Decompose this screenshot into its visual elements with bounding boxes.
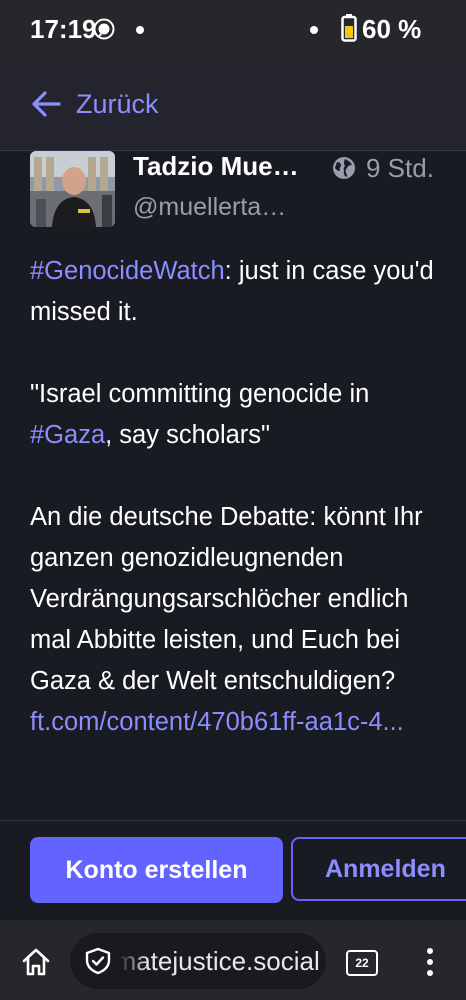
top-navigation: Zurück: [0, 58, 466, 151]
post-text: "Israel committing genocide in: [30, 380, 370, 408]
back-label: Zurück: [76, 88, 159, 119]
avatar[interactable]: [30, 151, 115, 227]
url-bar[interactable]: climatejustice.social: [70, 933, 326, 989]
post-paragraph: "Israel committing genocide in #Gaza, sa…: [30, 374, 450, 456]
post-text: , say scholars": [105, 421, 271, 449]
post: Tadzio Mueller @muellertadzio 9 Std. #Ge…: [0, 151, 466, 819]
author-name[interactable]: Tadzio Mueller: [133, 151, 303, 182]
article-link[interactable]: ft.com/content/470b61ff-aa1c-4...: [30, 708, 404, 736]
post-content: #GenocideWatch: just in case you'd misse…: [30, 251, 450, 743]
globe-icon: [333, 157, 355, 179]
post-paragraph: #GenocideWatch: just in case you'd misse…: [30, 251, 450, 333]
login-button[interactable]: Anmelden: [291, 837, 466, 901]
shield-icon: [85, 947, 111, 975]
signup-bar: Konto erstellen Anmelden: [0, 820, 466, 921]
hashtag-link[interactable]: #Gaza: [30, 421, 105, 449]
back-button[interactable]: Zurück: [30, 84, 159, 124]
signal-icon: [93, 18, 115, 40]
home-icon[interactable]: [20, 946, 52, 978]
hashtag-link[interactable]: #GenocideWatch: [30, 257, 225, 285]
clock: 17:19: [30, 14, 97, 44]
notification-dot: [136, 26, 144, 34]
author-handle[interactable]: @muellertadzio: [133, 193, 298, 222]
notification-dot: [310, 26, 318, 34]
post-time[interactable]: 9 Std.: [366, 153, 434, 184]
back-arrow-icon: [32, 91, 61, 117]
tabs-icon[interactable]: 22: [346, 950, 378, 976]
create-account-button[interactable]: Konto erstellen: [30, 837, 283, 903]
post-paragraph: An die deutsche Debatte: könnt Ihr ganze…: [30, 503, 423, 695]
battery-percent: 60 %: [362, 14, 422, 44]
status-bar: 17:19 60 %: [0, 0, 466, 58]
battery-icon: [341, 14, 357, 42]
avatar-photo: [30, 151, 115, 227]
browser-toolbar: climatejustice.social 22: [0, 920, 466, 1000]
menu-icon[interactable]: [424, 946, 436, 978]
